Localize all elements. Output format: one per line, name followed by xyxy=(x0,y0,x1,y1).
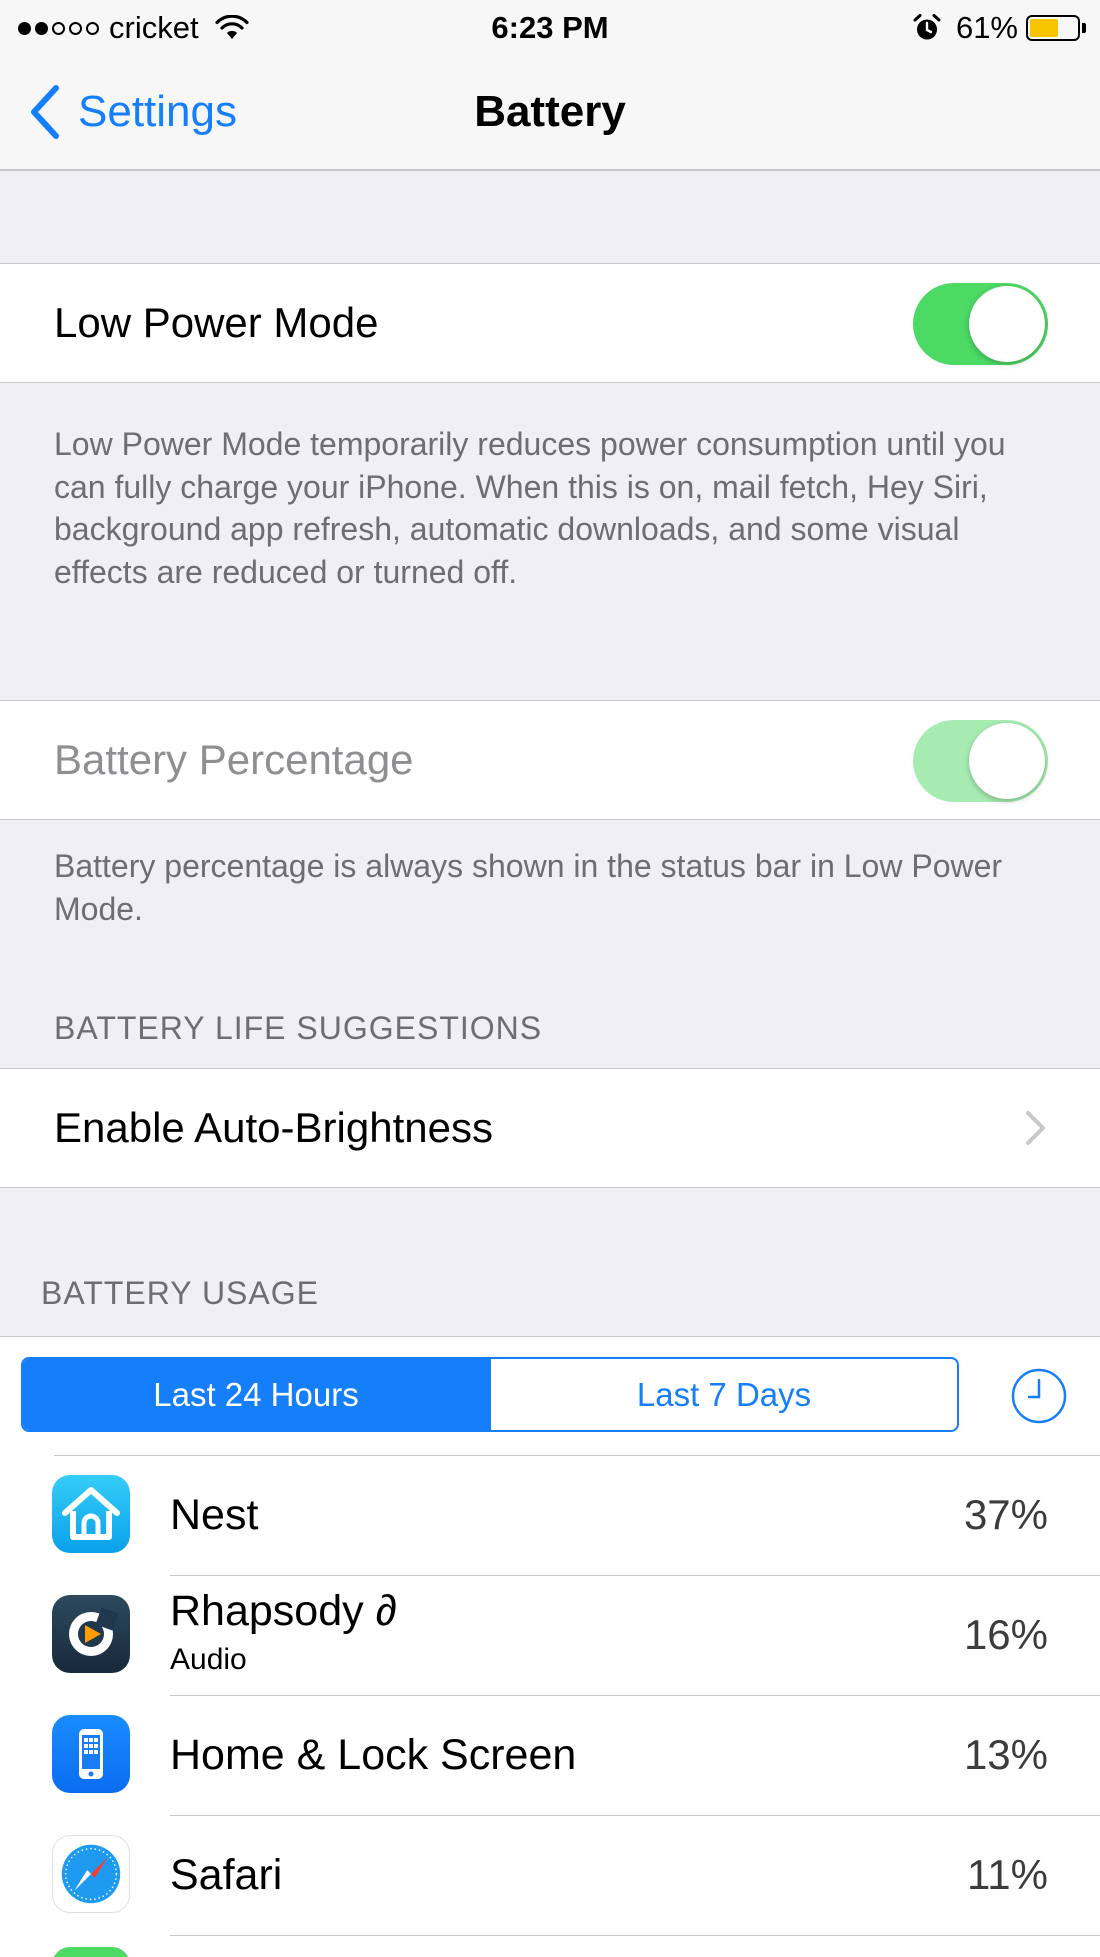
navigation-bar: Settings Battery xyxy=(0,56,1100,171)
app-row-home-lock-screen[interactable]: Home & Lock Screen 13% xyxy=(0,1695,1100,1815)
app-row-partial[interactable] xyxy=(0,1935,1100,1957)
tab-last-7-days[interactable]: Last 7 Days xyxy=(489,1359,957,1430)
tab-last-24-hours[interactable]: Last 24 Hours xyxy=(23,1359,489,1430)
app-percent: 13% xyxy=(963,1731,1048,1778)
battery-percentage-cell: Battery Percentage xyxy=(0,700,1100,820)
battery-usage-section: Last 24 Hours Last 7 Days Nest 37% Rhaps… xyxy=(0,1336,1100,1957)
battery-percentage-description: Battery percentage is always shown in th… xyxy=(54,848,1003,927)
app-name: Nest xyxy=(170,1491,259,1539)
low-power-mode-label: Low Power Mode xyxy=(54,299,379,346)
app-percent: 11% xyxy=(967,1851,1048,1898)
app-percent: 16% xyxy=(963,1611,1048,1658)
battery-percentage-toggle[interactable] xyxy=(913,720,1048,802)
app-percent: 37% xyxy=(963,1491,1048,1538)
app-row-safari[interactable]: Safari 11% xyxy=(0,1815,1100,1935)
app-name: Safari xyxy=(170,1851,283,1899)
iphone-icon xyxy=(52,1715,130,1793)
toggle-knob xyxy=(969,723,1045,799)
low-power-mode-toggle[interactable] xyxy=(913,283,1048,365)
rhapsody-icon xyxy=(52,1595,130,1673)
battery-percentage-label: Battery Percentage xyxy=(54,736,414,783)
enable-auto-brightness-cell[interactable]: Enable Auto-Brightness xyxy=(0,1068,1100,1188)
usage-period-segmented-control: Last 24 Hours Last 7 Days xyxy=(21,1357,959,1432)
battery-percent-text: 61% xyxy=(955,10,1018,45)
app-row-nest[interactable]: Nest 37% xyxy=(0,1455,1100,1575)
status-right: 61% xyxy=(912,8,1086,48)
app-subtitle: Audio xyxy=(170,1643,247,1676)
app-name: Rhapsody ∂ xyxy=(170,1587,397,1635)
low-power-mode-description: Low Power Mode temporarily reduces power… xyxy=(54,426,1006,590)
toggle-knob xyxy=(969,286,1045,362)
nest-home-icon xyxy=(52,1475,130,1553)
page-title: Battery xyxy=(474,87,626,136)
battery-usage-header: BATTERY USAGE xyxy=(41,1275,319,1311)
battery-life-suggestions-header: BATTERY LIFE SUGGESTIONS xyxy=(54,1010,543,1046)
enable-auto-brightness-label: Enable Auto-Brightness xyxy=(54,1104,493,1151)
battery-icon xyxy=(1026,15,1086,41)
low-power-mode-cell: Low Power Mode xyxy=(0,263,1100,383)
status-bar: cricket 6:23 PM 61% xyxy=(0,0,1100,56)
chevron-right-icon xyxy=(1026,1111,1045,1145)
alarm-icon xyxy=(913,14,941,40)
app-name: Home & Lock Screen xyxy=(170,1731,577,1779)
safari-compass-icon xyxy=(52,1835,130,1913)
app-row-rhapsody[interactable]: Rhapsody ∂ Audio 16% xyxy=(0,1575,1100,1695)
clock-icon[interactable] xyxy=(1010,1367,1068,1425)
